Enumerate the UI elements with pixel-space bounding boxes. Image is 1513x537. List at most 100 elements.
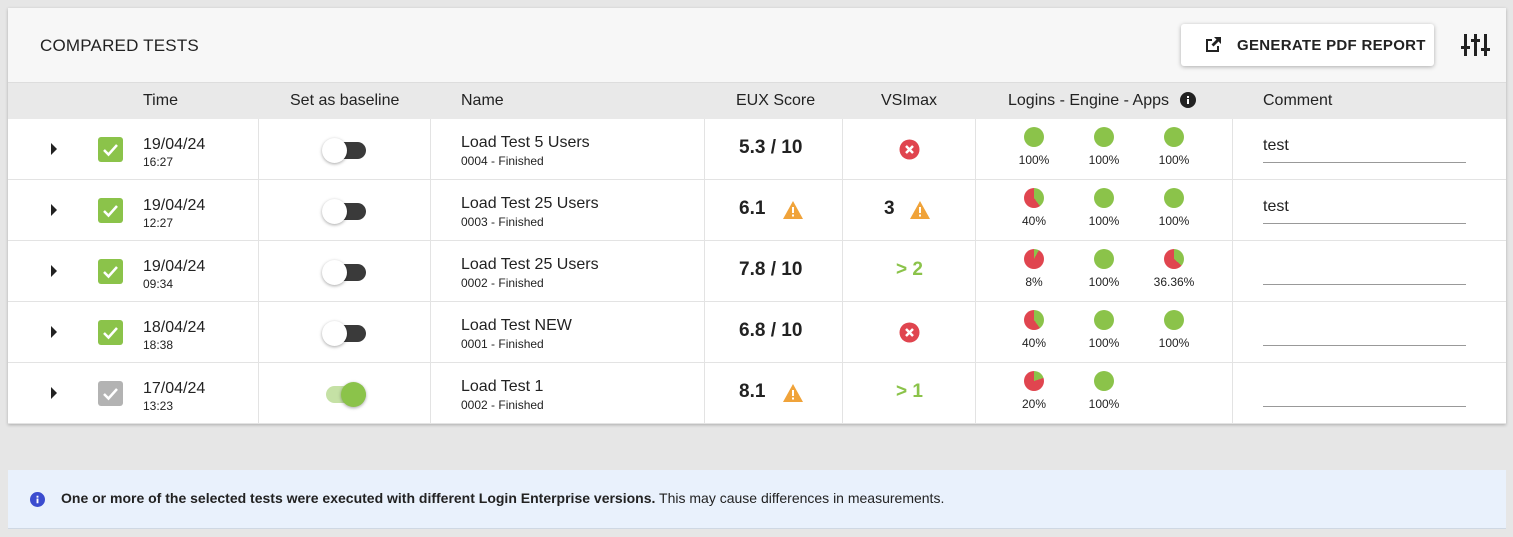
eux-score: 7.8 / 10 [739,259,803,280]
check-icon [103,144,118,157]
vsimax-value: > 1 [896,381,923,402]
divider [842,119,843,424]
expand-caret-icon[interactable] [51,326,57,338]
divider [704,119,705,424]
pie-label: 100% [1088,397,1120,411]
warning-icon [909,200,931,225]
table-row: 18/04/24 18:38 Load Test NEW 0001 - Finishe… [8,302,1506,363]
eux-score: 6.1 [739,198,766,219]
external-link-icon [1206,37,1221,52]
warning-icon [782,200,804,225]
divider [1232,119,1233,424]
version-notice: One or more of the selected tests were e… [8,470,1506,529]
pie-chart-icon [1024,188,1044,208]
eux-score: 8.1 [739,381,766,402]
expand-caret-icon[interactable] [51,387,57,399]
comment-input[interactable] [1263,320,1466,346]
baseline-toggle[interactable] [322,259,368,285]
eux-score: 6.8 / 10 [739,320,803,341]
check-icon [103,266,118,279]
row-checkbox[interactable] [98,198,123,223]
col-comment: Comment [1263,92,1333,109]
pie-chart-icon [1024,371,1044,391]
pie-label: 100% [1088,153,1120,167]
pie-label: 40% [1021,336,1047,350]
table-row: 19/04/24 16:27 Load Test 5 Users 0004 - Fin… [8,119,1506,180]
expand-caret-icon[interactable] [51,143,57,155]
baseline-toggle[interactable] [322,320,368,346]
baseline-toggle[interactable] [322,381,368,407]
check-icon [103,205,118,218]
test-name[interactable]: Load Test 1 [461,378,543,396]
toggle-knob [322,138,347,163]
row-checkbox[interactable] [98,381,123,406]
pie-chart-icon [1164,188,1184,208]
pie-label: 36.36% [1153,275,1195,289]
pie-label: 40% [1021,214,1047,228]
pie-label: 100% [1158,214,1190,228]
row-checkbox[interactable] [98,137,123,162]
test-name[interactable]: Load Test 5 Users [461,134,590,152]
pie-label: 100% [1018,153,1050,167]
pie-chart-icon [1094,310,1114,330]
pie-label: 20% [1021,397,1047,411]
baseline-toggle[interactable] [322,137,368,163]
vsimax-value: 3 [884,198,895,219]
comment-input[interactable] [1263,259,1466,285]
info-icon[interactable] [1180,92,1196,108]
col-logins-engine-apps: Logins - Engine - Apps [1008,92,1169,109]
row-checkbox[interactable] [98,320,123,345]
pie-label: 8% [1025,275,1043,289]
pie-label: 100% [1088,336,1120,350]
error-icon [899,322,920,348]
test-status: 0002 - Finished [461,398,544,412]
test-name[interactable]: Load Test NEW [461,317,572,335]
test-name[interactable]: Load Test 25 Users [461,256,599,274]
card-header: COMPARED TESTS GENERATE PDF REPORT [8,8,1506,83]
comment-input[interactable] [1263,381,1466,407]
warning-icon [782,383,804,408]
notice-text: One or more of the selected tests were e… [61,490,944,506]
col-name[interactable]: Name [461,92,504,110]
toggle-knob [322,321,347,346]
expand-caret-icon[interactable] [51,265,57,277]
divider [975,119,976,424]
pie-chart-icon [1024,249,1044,269]
toggle-knob [322,199,347,224]
row-time: 09:34 [143,277,174,291]
toggle-knob [341,382,366,407]
row-time: 18:38 [143,338,174,352]
divider [258,119,259,424]
sliders-settings-icon[interactable] [1461,32,1491,58]
expand-caret-icon[interactable] [51,204,57,216]
pie-chart-icon [1024,127,1044,147]
generate-pdf-report-button[interactable]: GENERATE PDF REPORT [1181,24,1434,66]
col-eux[interactable]: EUX Score [736,92,815,110]
table-row: 19/04/24 12:27 Load Test 25 Users 0003 - Fi… [8,180,1506,241]
pie-chart-icon [1164,310,1184,330]
error-icon [899,139,920,165]
compared-tests-card: COMPARED TESTS GENERATE PDF REPORT Time … [8,8,1506,424]
notice-bold: One or more of the selected tests were e… [61,490,656,506]
pie-chart-icon [1164,249,1184,269]
row-date: 17/04/24 [143,380,206,397]
test-status: 0002 - Finished [461,276,544,290]
pie-label: 100% [1088,275,1120,289]
col-time[interactable]: Time [143,92,178,110]
row-checkbox[interactable] [98,259,123,284]
row-date: 18/04/24 [143,319,206,336]
col-vsimax[interactable]: VSImax [881,92,937,110]
test-name[interactable]: Load Test 25 Users [461,195,599,213]
notice-rest: This may cause differences in measuremen… [655,490,945,506]
table-header: Time Set as baseline Name EUX Score VSIm… [8,83,1506,119]
baseline-toggle[interactable] [322,198,368,224]
test-status: 0001 - Finished [461,337,544,351]
row-date: 19/04/24 [143,258,206,275]
test-status: 0003 - Finished [461,215,544,229]
pie-chart-icon [1094,188,1114,208]
comment-input[interactable]: test [1263,198,1466,224]
row-date: 19/04/24 [143,197,206,214]
comment-input[interactable]: test [1263,137,1466,163]
pie-label: 100% [1088,214,1120,228]
row-time: 13:23 [143,399,174,413]
